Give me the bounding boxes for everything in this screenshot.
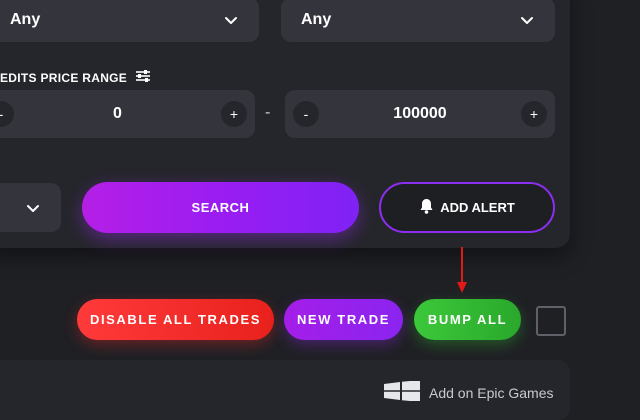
price-min-value[interactable]: 0 [14,105,221,123]
chevron-down-icon [25,200,41,216]
bump-all-button[interactable]: BUMP ALL [414,299,521,340]
add-on-epic-games-link[interactable]: Add on Epic Games [384,380,554,404]
add-alert-label: ADD ALERT [440,200,515,215]
price-range-label: EDITS PRICE RANGE [0,70,128,85]
select-left-value: Any [10,11,41,28]
select-right[interactable]: Any [281,0,555,42]
price-min-stepper[interactable]: - 0 + [0,90,255,138]
bell-icon [419,198,434,217]
price-min-decrement-button[interactable]: - [0,101,14,127]
price-range-heading: EDITS PRICE RANGE [0,69,151,86]
select-left[interactable]: Any [0,0,259,42]
add-alert-button[interactable]: ADD ALERT [379,182,555,233]
sort-select[interactable] [0,183,61,232]
price-max-stepper[interactable]: - 100000 + [285,90,555,138]
epic-games-label: Add on Epic Games [429,384,554,401]
search-button[interactable]: SEARCH [82,182,359,233]
new-trade-button[interactable]: NEW TRADE [284,299,403,340]
select-right-value: Any [301,11,332,28]
price-max-increment-button[interactable]: + [521,101,547,127]
windows-icon [384,380,420,404]
chevron-down-icon [223,12,239,28]
disable-all-trades-button[interactable]: DISABLE ALL TRADES [77,299,274,340]
price-min-increment-button[interactable]: + [221,101,247,127]
sliders-icon[interactable] [135,69,151,86]
red-arrow-annotation [457,247,467,293]
select-all-checkbox[interactable] [536,306,566,336]
price-max-decrement-button[interactable]: - [293,101,319,127]
price-max-value[interactable]: 100000 [319,105,521,123]
range-separator: - [265,104,271,121]
chevron-down-icon [519,12,535,28]
